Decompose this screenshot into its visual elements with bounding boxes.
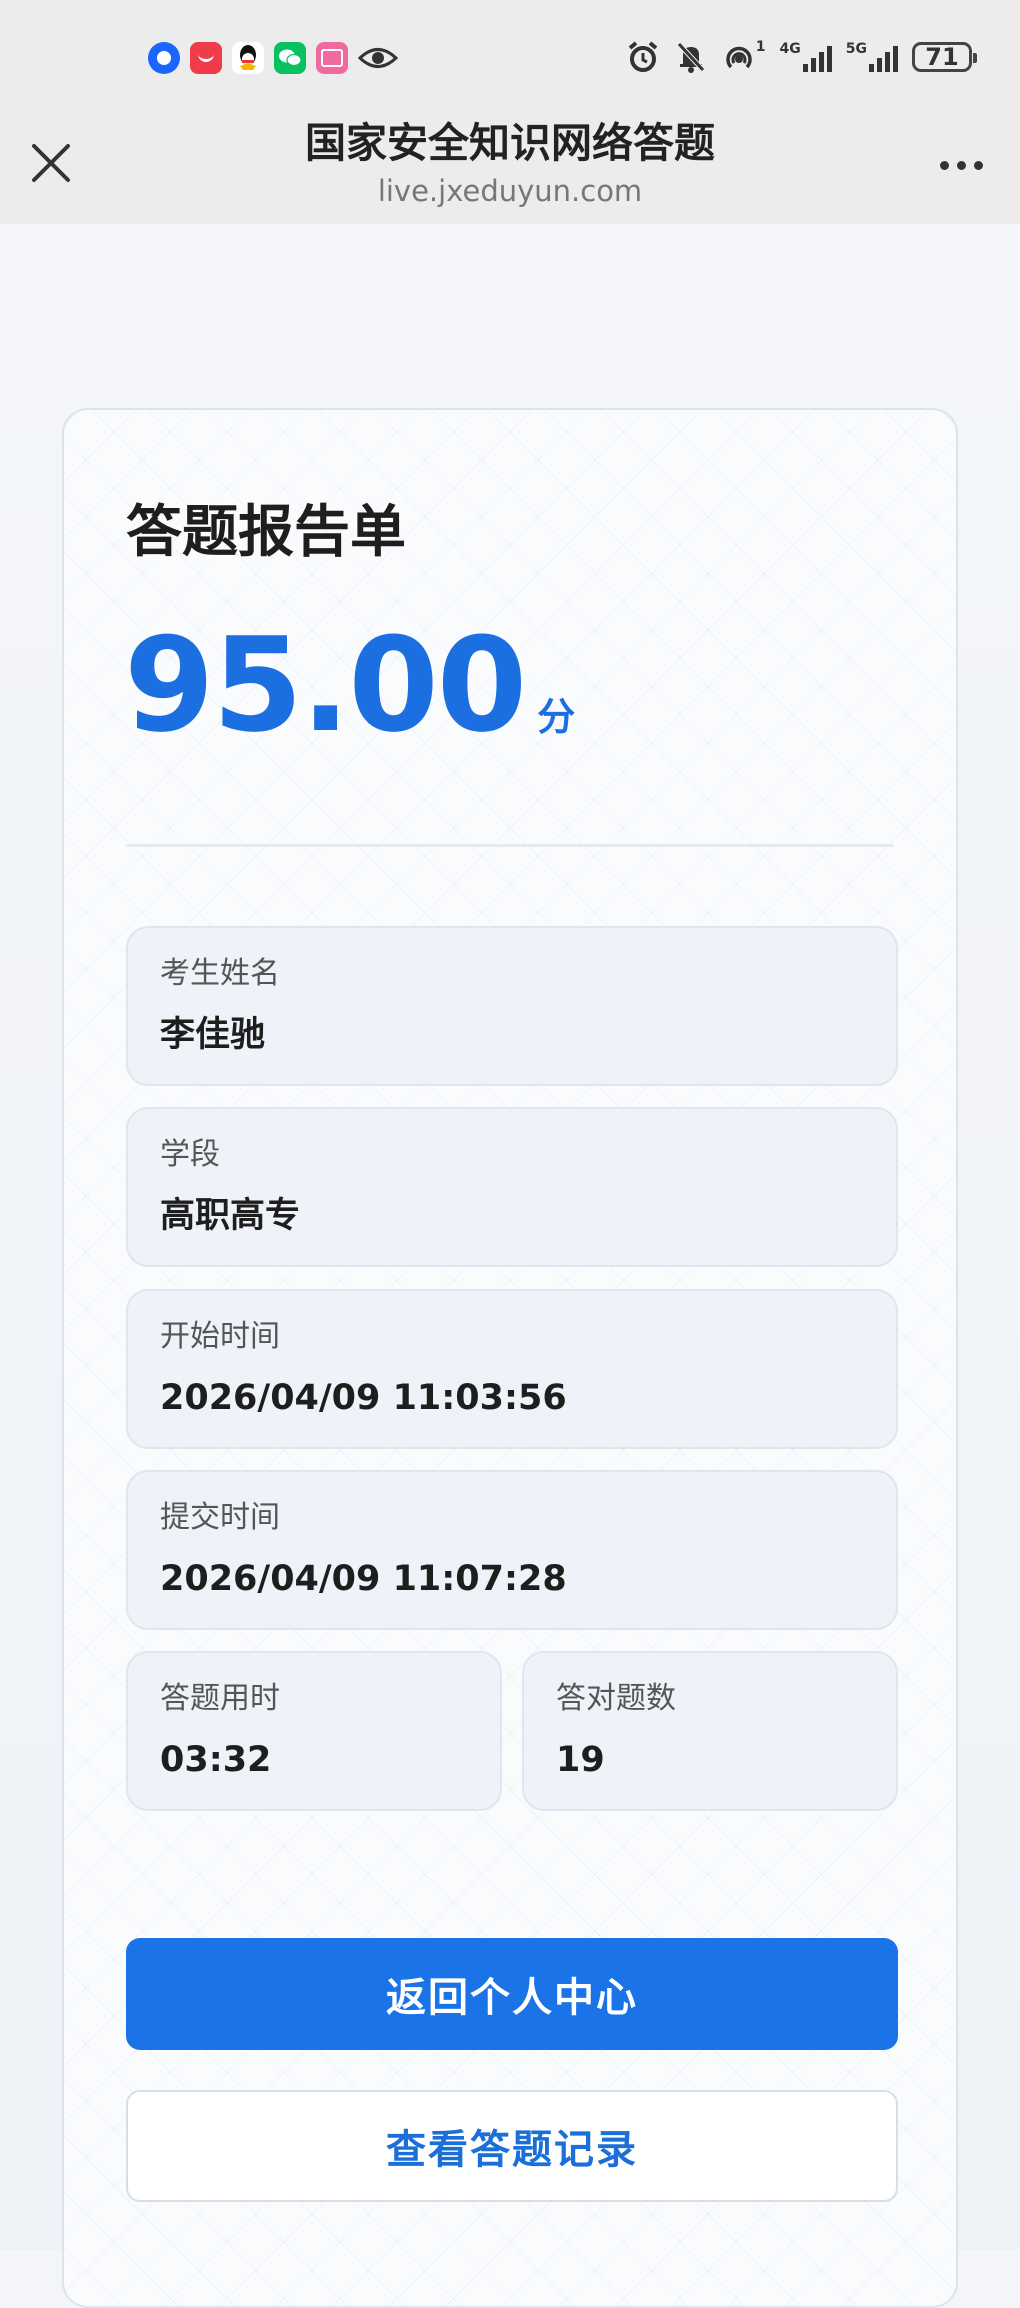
browser-title-bar: 国家安全知识网络答题 live.jxeduyun.com [0, 118, 1020, 224]
network-type-2: 5G [845, 41, 867, 57]
system-status: 1 4G 5G 71 [626, 39, 977, 74]
pink-app-icon [316, 42, 348, 74]
mute-bell-icon [676, 42, 705, 73]
signal-icon-2 [869, 42, 898, 72]
sim-mark: 1 [755, 39, 766, 55]
field-value: 高职高专 [160, 1196, 301, 1236]
red-app-icon [190, 42, 222, 74]
score-unit: 分 [537, 695, 576, 739]
field-name: 考生姓名 李佳驰 [126, 926, 898, 1086]
qq-icon [232, 42, 264, 74]
field-stage: 学段 高职高专 [126, 1107, 898, 1267]
page-title: 国家安全知识网络答题 [305, 119, 715, 167]
alarm-icon [628, 41, 658, 72]
eye-icon [358, 42, 398, 74]
field-correct-count: 答对题数 19 [522, 1651, 898, 1811]
page-content: 答题报告单 95.00 分 考生姓名 李佳驰 学段 高职高专 开始时间 2026… [0, 224, 1020, 2308]
field-value: 2026/04/09 11:03:56 [160, 1378, 567, 1418]
hotspot-icon [726, 46, 752, 69]
report-title: 答题报告单 [126, 500, 406, 565]
field-label: 答对题数 [556, 1681, 676, 1716]
report-card: 答题报告单 95.00 分 考生姓名 李佳驰 学段 高职高专 开始时间 2026… [62, 408, 958, 2308]
divider [126, 844, 894, 847]
field-submit-time: 提交时间 2026/04/09 11:07:28 [126, 1470, 898, 1630]
back-to-profile-button[interactable]: 返回个人中心 [126, 1938, 898, 2050]
wechat-icon [274, 42, 306, 74]
score-value: 95.00 [124, 609, 527, 761]
score: 95.00 分 [124, 610, 575, 760]
battery-indicator: 71 [912, 42, 977, 72]
page-url: live.jxeduyun.com [377, 174, 643, 208]
field-start-time: 开始时间 2026/04/09 11:03:56 [126, 1289, 898, 1449]
field-value: 19 [556, 1740, 605, 1780]
status-bar: 1 4G 5G 71 [0, 0, 1020, 118]
field-value: 李佳驰 [160, 1015, 266, 1055]
field-label: 开始时间 [160, 1319, 280, 1354]
field-value: 2026/04/09 11:07:28 [160, 1559, 567, 1599]
battery-level: 71 [925, 43, 959, 71]
browser-icon [148, 42, 180, 74]
more-button[interactable] [940, 152, 990, 178]
field-value: 03:32 [160, 1740, 272, 1780]
more-dot-icon [974, 160, 983, 170]
field-label: 答题用时 [160, 1681, 280, 1716]
field-label: 考生姓名 [160, 956, 280, 991]
more-dot-icon [957, 160, 966, 170]
notification-icons [148, 42, 398, 74]
signal-icon-1 [802, 42, 832, 72]
field-label: 学段 [160, 1137, 220, 1172]
more-dot-icon [940, 160, 949, 170]
network-type-1: 4G [779, 41, 801, 57]
field-label: 提交时间 [160, 1500, 280, 1535]
field-duration: 答题用时 03:32 [126, 1651, 502, 1811]
view-records-button[interactable]: 查看答题记录 [126, 2090, 898, 2202]
